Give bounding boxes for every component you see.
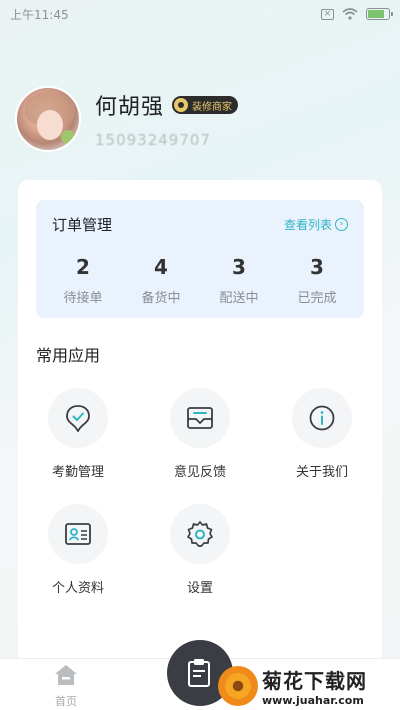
avatar[interactable] — [15, 86, 81, 152]
home-icon — [55, 665, 77, 685]
battery-icon — [366, 8, 393, 20]
profile-info: 何胡强 装修商家 15093249707 — [95, 89, 239, 149]
app-label: 意见反馈 — [173, 465, 226, 480]
role-badge-label: 装修商家 — [192, 101, 233, 113]
status-time: 上午11:45 — [10, 7, 69, 22]
status-icons: × — [321, 8, 393, 20]
app-icon-circle — [170, 388, 230, 448]
stat-value: 2 — [76, 255, 90, 279]
app-label: 设置 — [186, 581, 213, 596]
feedback-mail-icon — [187, 407, 213, 429]
apps-section-title: 常用应用 — [36, 346, 101, 365]
watermark-sub: www.juahar.com — [262, 694, 364, 707]
name-row: 何胡强 装修商家 — [95, 89, 239, 121]
order-panel-title: 订单管理 — [52, 216, 113, 234]
order-stat-delivering[interactable]: 3 配送中 — [200, 255, 278, 306]
main-card: 订单管理 查看列表 › 2 待接单 4 备货中 3 配送中 3 已完成 常用应用… — [18, 180, 382, 680]
order-management-panel: 订单管理 查看列表 › 2 待接单 4 备货中 3 配送中 3 已完成 — [36, 200, 364, 318]
order-stat-pending[interactable]: 2 待接单 — [44, 255, 122, 306]
app-icon-circle — [170, 504, 230, 564]
app-label: 关于我们 — [295, 465, 348, 480]
order-panel-header: 订单管理 查看列表 › — [36, 200, 364, 235]
user-name: 何胡强 — [95, 95, 165, 120]
gear-icon — [187, 521, 213, 547]
id-card-icon — [65, 523, 91, 545]
order-stats: 2 待接单 4 备货中 3 配送中 3 已完成 — [36, 235, 364, 306]
checkin-icon — [66, 405, 90, 432]
user-profile[interactable]: 何胡强 装修商家 15093249707 — [15, 86, 239, 152]
stat-value: 4 — [154, 255, 168, 279]
watermark: 菊花下载网 www.juahar.com — [218, 662, 400, 710]
chevron-right-icon: › — [335, 218, 348, 231]
app-about-us[interactable]: 关于我们 — [277, 388, 367, 480]
user-phone: 15093249707 — [95, 131, 211, 149]
stat-label: 配送中 — [219, 291, 259, 306]
role-badge: 装修商家 — [172, 96, 239, 114]
order-stat-preparing[interactable]: 4 备货中 — [122, 255, 200, 306]
stat-label: 待接单 — [63, 291, 103, 306]
notification-icon: × — [321, 8, 334, 20]
app-icon-circle — [48, 388, 108, 448]
app-feedback[interactable]: 意见反馈 — [155, 388, 245, 480]
status-bar: 上午11:45 × — [0, 0, 400, 28]
app-label: 考勤管理 — [51, 465, 104, 480]
stat-value: 3 — [310, 255, 324, 279]
clipboard-icon — [188, 659, 210, 687]
app-profile-info[interactable]: 个人资料 — [33, 504, 123, 596]
battery-level — [368, 10, 384, 18]
tab-home-label: 首页 — [55, 695, 77, 708]
stat-label: 备货中 — [141, 291, 181, 306]
app-attendance[interactable]: 考勤管理 — [33, 388, 123, 480]
view-list-link[interactable]: 查看列表 › — [284, 216, 348, 233]
wifi-icon — [342, 8, 358, 20]
stat-value: 3 — [232, 255, 246, 279]
app-label: 个人资料 — [51, 581, 104, 596]
info-icon — [309, 405, 335, 431]
order-stat-completed[interactable]: 3 已完成 — [278, 255, 356, 306]
app-icon-circle — [292, 388, 352, 448]
avatar-flower-decoration — [61, 130, 75, 144]
watermark-main: 菊花下载网 — [262, 669, 367, 693]
app-icon-circle — [48, 504, 108, 564]
stat-label: 已完成 — [297, 291, 337, 306]
app-settings[interactable]: 设置 — [155, 504, 245, 596]
view-list-label: 查看列表 — [283, 218, 332, 232]
merchant-badge-icon — [174, 98, 189, 112]
tab-home[interactable]: 首页 — [44, 663, 88, 709]
watermark-flower-logo — [218, 666, 258, 706]
watermark-text: 菊花下载网 www.juahar.com — [262, 665, 367, 707]
